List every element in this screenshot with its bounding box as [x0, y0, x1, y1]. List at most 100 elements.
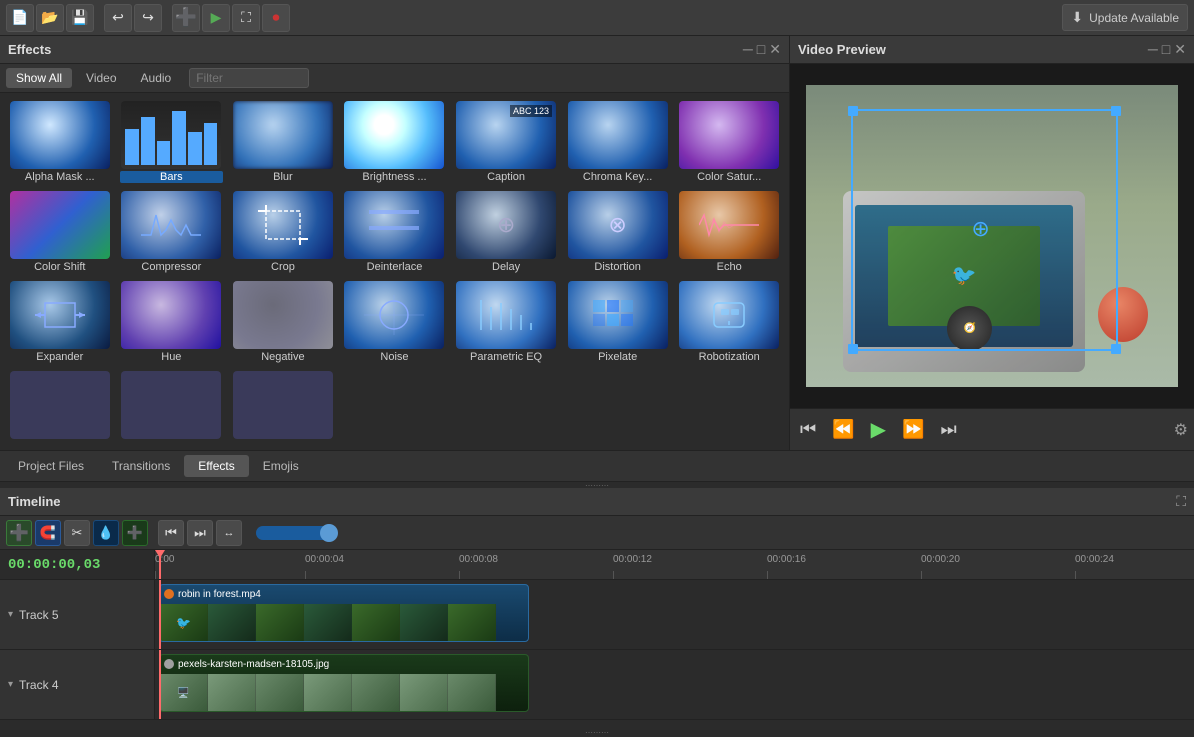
ruler-mark-4: 00:00:04: [305, 554, 344, 565]
timeline-goto-start-button[interactable]: ⏮: [158, 520, 184, 546]
timeline-razor-button[interactable]: ✂: [64, 520, 90, 546]
play-button[interactable]: ▶: [867, 415, 890, 444]
preview-button[interactable]: ▶: [202, 4, 230, 32]
tab-emojis[interactable]: Emojis: [249, 455, 313, 477]
effect-brightness[interactable]: Brightness ...: [341, 99, 449, 185]
effect-deinterlace[interactable]: Deinterlace: [341, 189, 449, 275]
effects-filter-input[interactable]: [189, 68, 309, 88]
effect-delay[interactable]: ⊕ Delay: [452, 189, 560, 275]
timeline-zoom-slider[interactable]: [256, 526, 336, 540]
effect-compressor[interactable]: Compressor: [118, 189, 226, 275]
effect-crop[interactable]: Crop: [229, 189, 337, 275]
track-4-clip-pexels[interactable]: pexels-karsten-madsen-18105.jpg 🖥️: [159, 654, 529, 712]
tab-audio[interactable]: Audio: [131, 68, 182, 88]
preview-maximize-button[interactable]: □: [1162, 41, 1170, 58]
effect-robotization[interactable]: Robotization: [675, 279, 783, 365]
update-available-button[interactable]: ⬇ Update Available: [1062, 4, 1188, 31]
add-clip-button[interactable]: ➕: [172, 4, 200, 32]
effect-expander[interactable]: Expander: [6, 279, 114, 365]
track-5-name: Track 5: [19, 608, 59, 622]
tab-effects[interactable]: Effects: [184, 455, 248, 477]
effect-bars-thumb: [121, 101, 221, 169]
timeline-title: Timeline: [8, 494, 61, 509]
effect-expander-thumb: [10, 281, 110, 349]
timeline-split-audio-button[interactable]: ↔: [216, 520, 242, 546]
effect-deinterlace-label: Deinterlace: [343, 261, 447, 273]
ruler-tick-24: [1075, 571, 1076, 579]
save-button[interactable]: 💾: [66, 4, 94, 32]
effects-close-button[interactable]: ✕: [769, 41, 781, 58]
record-button[interactable]: ⏺: [262, 4, 290, 32]
effect-parametric-eq[interactable]: Parametric EQ: [452, 279, 560, 365]
tab-project-files[interactable]: Project Files: [4, 455, 98, 477]
effects-minimize-button[interactable]: ─: [743, 41, 753, 58]
preview-close-button[interactable]: ✕: [1174, 41, 1186, 58]
ruler-mark-16: 00:00:16: [767, 554, 806, 565]
tab-transitions[interactable]: Transitions: [98, 455, 184, 477]
effect-noise[interactable]: Noise: [341, 279, 449, 365]
effects-panel-title: Effects: [8, 42, 51, 57]
effect-pixelate[interactable]: Pixelate: [564, 279, 672, 365]
open-button[interactable]: 📂: [36, 4, 64, 32]
redo-button[interactable]: ↪: [134, 4, 162, 32]
timeline-goto-end-button[interactable]: ⏭: [187, 520, 213, 546]
effect-hue-label: Hue: [120, 351, 224, 363]
effect-chroma-key[interactable]: Chroma Key...: [564, 99, 672, 185]
effects-panel-controls: ─ □ ✕: [743, 41, 781, 58]
effect-hue[interactable]: Hue: [118, 279, 226, 365]
timeline-header: Timeline ⛶: [0, 488, 1194, 516]
effect-blur-thumb: [233, 101, 333, 169]
effect-color-sat[interactable]: Color Satur...: [675, 99, 783, 185]
effect-delay-thumb: ⊕: [456, 191, 556, 259]
effect-alpha-mask[interactable]: Alpha Mask ...: [6, 99, 114, 185]
skip-to-end-button[interactable]: ⏭: [936, 417, 960, 442]
effects-grid: Alpha Mask ... Bars: [6, 99, 783, 443]
effect-echo[interactable]: Echo: [675, 189, 783, 275]
effect-robotization-thumb: [679, 281, 779, 349]
effect-color-shift-thumb: [10, 191, 110, 259]
effect-caption[interactable]: ABC 123 Caption: [452, 99, 560, 185]
fullscreen-button[interactable]: ⛶: [232, 4, 260, 32]
rewind-button[interactable]: ⏪: [828, 417, 858, 442]
effect-more1[interactable]: [6, 369, 114, 443]
bottom-scroll-indicator: ⋯⋯⋯: [0, 729, 1194, 735]
effect-more2[interactable]: [118, 369, 226, 443]
track-5-clip-robin[interactable]: robin in forest.mp4 🐦: [159, 584, 529, 642]
undo-button[interactable]: ↩: [104, 4, 132, 32]
track-4-name: Track 4: [19, 678, 59, 692]
effect-blur[interactable]: Blur: [229, 99, 337, 185]
effect-more1-thumb: [10, 371, 110, 439]
effect-more3[interactable]: [229, 369, 337, 443]
effect-negative[interactable]: Negative: [229, 279, 337, 365]
effect-compressor-label: Compressor: [120, 261, 224, 273]
timeline-expand-button[interactable]: ⛶: [1176, 493, 1186, 510]
timeline-magnet-button[interactable]: 🧲: [35, 520, 61, 546]
effects-maximize-button[interactable]: □: [757, 41, 765, 58]
timecode-display: 00:00:00,03: [8, 557, 100, 573]
effect-bars[interactable]: Bars: [118, 99, 226, 185]
ruler-tick-0: [155, 571, 156, 579]
effect-color-shift[interactable]: Color Shift: [6, 189, 114, 275]
track-4-collapse-button[interactable]: ▾: [8, 679, 13, 690]
effect-caption-label: Caption: [454, 171, 558, 183]
effects-panel: Effects ─ □ ✕ Show All Video Audio Alpha…: [0, 36, 790, 450]
fast-forward-button[interactable]: ⏩: [898, 417, 928, 442]
tab-show-all[interactable]: Show All: [6, 68, 72, 88]
timeline-add-track-button[interactable]: ➕: [122, 520, 148, 546]
new-button[interactable]: 📄: [6, 4, 34, 32]
effect-brightness-label: Brightness ...: [343, 171, 447, 183]
tab-video[interactable]: Video: [76, 68, 126, 88]
effect-distortion[interactable]: ⊗ Distortion: [564, 189, 672, 275]
timeline-ripple-button[interactable]: 💧: [93, 520, 119, 546]
track-5-label: ▾ Track 5: [0, 580, 155, 649]
track-5-collapse-button[interactable]: ▾: [8, 609, 13, 620]
timeline-add-button[interactable]: ➕: [6, 520, 32, 546]
preview-settings-button[interactable]: ⚙: [1174, 420, 1188, 440]
timeline-zoom-track[interactable]: [256, 526, 336, 540]
effect-compressor-thumb: [121, 191, 221, 259]
effect-alpha-mask-label: Alpha Mask ...: [8, 171, 112, 183]
timeline-zoom-thumb[interactable]: [320, 524, 338, 542]
skip-to-start-button[interactable]: ⏮: [796, 417, 820, 442]
clip-pexels-filename: pexels-karsten-madsen-18105.jpg: [178, 659, 329, 670]
preview-minimize-button[interactable]: ─: [1148, 41, 1158, 58]
